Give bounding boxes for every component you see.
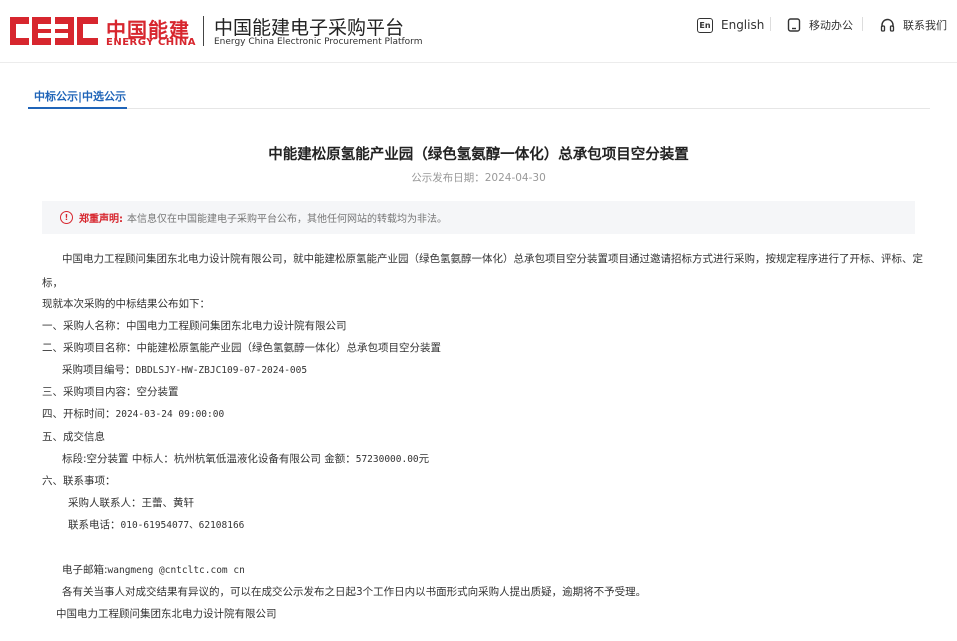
disclaimer-text: 本信息仅在中国能建电子采购平台公布，其他任何网站的转载均为非法。 (127, 214, 447, 225)
nav-mobile-office[interactable]: 移动办公 (787, 16, 853, 34)
nav-separator (770, 17, 771, 31)
signature-organization: 中国电力工程顾问集团东北电力设计院有限公司 (56, 608, 277, 620)
deal-detail: 标段:空分装置 中标人：杭州杭氧低温液化设备有限公司 金额：57230000.0… (62, 451, 429, 466)
en-icon: En (697, 17, 713, 33)
contact-email: 电子邮箱:wangmeng @cntcltc.com cn (62, 562, 245, 577)
tab-active-indicator (28, 107, 127, 109)
platform-name-cn: 中国能建电子采购平台 (214, 17, 405, 39)
publish-date: 公示发布日期：2024-04-30 (0, 170, 957, 185)
brand-divider (203, 16, 204, 46)
tab-award-announcement[interactable]: 中标公示|中选公示 (34, 88, 126, 104)
nav-english[interactable]: En English (697, 16, 764, 34)
objection-notice: 各有关当事人对成交结果有异议的，可以在成交公示发布之日起3个工作日内以书面形式向… (62, 586, 647, 598)
disclaimer-notice: ! 郑重声明: 本信息仅在中国能建电子采购平台公布，其他任何网站的转载均为非法。 (42, 201, 915, 234)
contact-phone: 联系电话：010-61954077、62108166 (68, 517, 244, 532)
deal-amount-unit: 元 (418, 453, 430, 465)
intro-paragraph-line-3: 现就本次采购的中标结果公布如下： (42, 298, 210, 310)
publish-date-label: 公示发布日期： (411, 172, 485, 184)
deal-amount: 57230000.00 (355, 454, 419, 465)
intro-paragraph-line-1: 中国电力工程顾问集团东北电力设计院有限公司，就中能建松原氢能产业园（绿色氢氨醇一… (62, 253, 923, 265)
item-deal-info: 五、成交信息 (42, 431, 105, 443)
nav-contact-us[interactable]: 联系我们 (880, 16, 947, 34)
headset-icon (880, 18, 895, 33)
nav-english-label: English (721, 18, 765, 32)
contact-email-value: wangmeng @cntcltc.com cn (107, 565, 245, 576)
item-contact: 六、联系事项： (42, 475, 116, 487)
item-project-content: 三、采购项目内容：空分装置 (42, 386, 179, 398)
warning-icon: ! (60, 211, 73, 224)
brand-name-en: ENERGY CHINA (106, 37, 196, 48)
bid-opening-label: 四、开标时间： (42, 408, 116, 420)
deal-detail-text: 标段:空分装置 中标人：杭州杭氧低温液化设备有限公司 金额： (62, 453, 356, 465)
site-header: 中国能建 ENERGY CHINA 中国能建电子采购平台 Energy Chin… (0, 0, 957, 63)
item-project-code: 采购项目编号：DBDLSJY-HW-ZBJC109-07-2024-005 (62, 362, 307, 377)
contact-person: 采购人联系人：王蕾、黄轩 (68, 497, 194, 509)
mobile-icon (787, 17, 801, 33)
nav-mobile-office-label: 移动办公 (809, 19, 853, 32)
bid-opening-value: 2024-03-24 09:00:00 (115, 409, 225, 420)
item-purchaser-name: 一、采购人名称：中国电力工程顾问集团东北电力设计院有限公司 (42, 320, 347, 332)
nav-contact-us-label: 联系我们 (903, 19, 947, 32)
project-code-label: 采购项目编号： (62, 364, 136, 376)
disclaimer-label: 郑重声明: (79, 214, 123, 225)
publish-date-value: 2024-04-30 (484, 172, 546, 184)
nav-separator (862, 17, 863, 31)
article-title: 中能建松原氢能产业园（绿色氢氨醇一体化）总承包项目空分装置 (268, 147, 689, 163)
item-bid-opening-time: 四、开标时间：2024-03-24 09:00:00 (42, 406, 224, 421)
contact-phone-label: 联系电话： (68, 519, 121, 531)
tab-bar-divider (28, 108, 930, 109)
project-code-value: DBDLSJY-HW-ZBJC109-07-2024-005 (135, 365, 308, 376)
contact-email-label: 电子邮箱: (62, 564, 108, 576)
intro-paragraph-line-2: 标， (42, 277, 63, 289)
platform-name-en: Energy China Electronic Procurement Plat… (214, 37, 423, 47)
energy-china-logo[interactable] (10, 17, 98, 45)
item-project-name: 二、采购项目名称：中能建松原氢能产业园（绿色氢氨醇一体化）总承包项目空分装置 (42, 342, 441, 354)
contact-phone-value: 010-61954077、62108166 (120, 520, 245, 531)
